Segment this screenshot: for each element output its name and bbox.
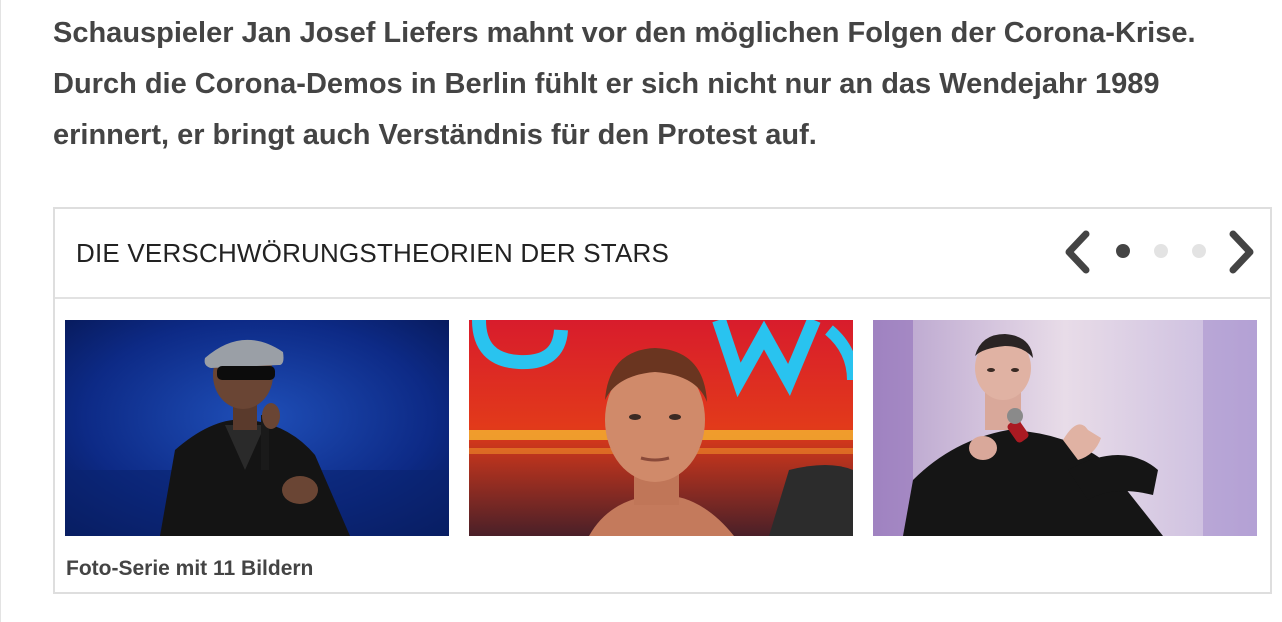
pagination-dot-1[interactable] bbox=[1116, 244, 1130, 258]
article-lead-text: Schauspieler Jan Josef Liefers mahnt vor… bbox=[53, 17, 1196, 151]
gallery-next-button[interactable] bbox=[1225, 229, 1259, 275]
gallery-title: DIE VERSCHWÖRUNGSTHEORIEN DER STARS bbox=[76, 238, 670, 268]
gallery-thumbnail-1[interactable] bbox=[65, 320, 449, 536]
photo-gallery-widget: DIE VERSCHWÖRUNGSTHEORIEN DER STARS Foto… bbox=[53, 207, 1272, 594]
photo-rapper-performing bbox=[873, 320, 1257, 536]
photo-series-count: Foto-Serie mit 11 Bildern bbox=[66, 557, 314, 580]
photo-actor-portrait bbox=[469, 320, 853, 536]
gallery-header: DIE VERSCHWÖRUNGSTHEORIEN DER STARS bbox=[55, 209, 1270, 299]
chevron-right-icon bbox=[1229, 230, 1254, 274]
gallery-prev-button[interactable] bbox=[1060, 229, 1094, 275]
gallery-thumbnail-3[interactable] bbox=[873, 320, 1257, 536]
pagination-dot-3[interactable] bbox=[1192, 244, 1206, 258]
page: Schauspieler Jan Josef Liefers mahnt vor… bbox=[0, 0, 1282, 622]
photo-singer-on-stage bbox=[65, 320, 449, 536]
gallery-thumbnail-2[interactable] bbox=[469, 320, 853, 536]
pagination-dot-2[interactable] bbox=[1154, 244, 1168, 258]
chevron-left-icon bbox=[1065, 230, 1090, 274]
